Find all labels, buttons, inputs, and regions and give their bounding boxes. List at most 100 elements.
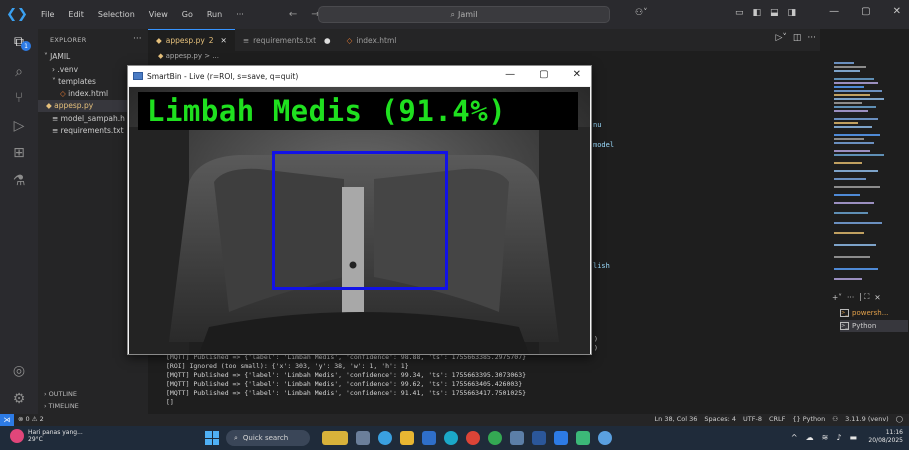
close-panel-icon[interactable]: ✕ <box>874 293 880 302</box>
new-terminal-icon[interactable]: +˅ <box>832 293 842 302</box>
split-editor-icon[interactable]: ◫ <box>793 33 802 43</box>
toggle-secondary-icon[interactable]: ◨ <box>788 8 797 18</box>
explorer-badge: 1 <box>21 41 31 51</box>
store-app-icon[interactable] <box>422 431 436 445</box>
tree-item-model[interactable]: ≡ model_sampah.h <box>52 113 125 125</box>
notifications-icon[interactable]: ◯ <box>896 415 903 423</box>
extensions-icon[interactable]: ⊞ <box>9 143 29 163</box>
toggle-sidebar-icon[interactable]: ◧ <box>753 8 762 18</box>
tree-item-templates[interactable]: ˅ templates <box>52 76 96 88</box>
problems-indicator[interactable]: ⊗ 0 ⚠ 2 <box>18 415 44 423</box>
terminal-line: [MQTT] Published => {'label': 'Limbah Me… <box>166 371 527 379</box>
python-app-icon[interactable] <box>598 431 612 445</box>
minimize-icon[interactable]: — <box>829 6 839 17</box>
maximize-icon[interactable]: ▢ <box>539 69 548 80</box>
terminal-app-icon[interactable] <box>510 431 524 445</box>
browser-app-icon[interactable] <box>444 431 458 445</box>
taskbar-search[interactable]: ⌕ Quick search <box>226 430 310 446</box>
smartbin-titlebar[interactable]: SmartBin - Live (r=ROI, s=save, q=quit) … <box>128 66 591 86</box>
menu-selection[interactable]: Selection <box>91 10 142 19</box>
search-view-icon[interactable]: ⌕ <box>9 62 29 82</box>
minimap-line <box>834 222 882 224</box>
minimap-line <box>834 82 878 84</box>
layout-icon[interactable]: ▭ <box>735 8 744 18</box>
messaging-app-icon[interactable] <box>576 431 590 445</box>
tree-item-requirements[interactable]: ≡ requirements.txt <box>52 125 124 137</box>
chrome-app-icon[interactable] <box>466 431 480 445</box>
tree-root[interactable]: ˅ JAMIL <box>44 51 70 63</box>
terminal-session-powershell[interactable]: >_ powersh... <box>840 307 908 319</box>
minimap-line <box>834 162 862 164</box>
start-button-icon[interactable] <box>205 431 219 445</box>
tab-close-icon[interactable]: ✕ <box>221 36 227 45</box>
weather-widget[interactable]: Hari panas yang... 29°C <box>10 429 83 443</box>
breadcrumb[interactable]: ◆ appesp.py > ... <box>158 52 219 60</box>
volume-icon[interactable]: ♪ <box>836 433 841 442</box>
command-search[interactable]: ⌕ Jamil <box>318 6 610 23</box>
widget-app-icon[interactable] <box>322 431 348 445</box>
smartbin-title: SmartBin - Live (r=ROI, s=save, q=quit) <box>147 71 299 81</box>
nav-arrows: ← → <box>289 9 320 20</box>
copilot-icon[interactable]: ⚇˅ <box>635 8 648 18</box>
settings-gear-icon[interactable]: ⚙ <box>9 389 29 409</box>
taskbar-clock[interactable]: 11:16 20/08/2025 <box>868 429 903 445</box>
encoding[interactable]: UTF-8 <box>743 415 762 423</box>
menu-view[interactable]: View <box>142 10 175 19</box>
chrome-profile-app-icon[interactable] <box>488 431 502 445</box>
testing-icon[interactable]: ⚗ <box>9 171 29 191</box>
maximize-panel-icon[interactable]: | ⛶ <box>859 292 869 302</box>
wifi-icon[interactable]: ≋ <box>822 433 829 442</box>
menu-edit[interactable]: Edit <box>61 10 91 19</box>
back-arrow-icon[interactable]: ← <box>289 9 297 20</box>
remote-indicator-icon[interactable]: ⋊ <box>0 414 14 426</box>
source-control-icon[interactable]: ⑂ <box>9 88 29 108</box>
minimize-icon[interactable]: — <box>505 69 515 80</box>
word-app-icon[interactable] <box>532 431 546 445</box>
language-mode[interactable]: {} Python <box>792 415 825 423</box>
minimap-line <box>834 134 880 136</box>
close-icon[interactable]: ✕ <box>573 69 581 80</box>
tab-requirements[interactable]: ≡ requirements.txt ● <box>235 29 339 51</box>
run-debug-icon[interactable]: ▷ <box>9 116 29 136</box>
window-controls: — ▢ ✕ <box>829 6 901 17</box>
menu-run[interactable]: Run <box>200 10 229 19</box>
file-explorer-app-icon[interactable] <box>400 431 414 445</box>
python-interpreter[interactable]: 3.11.9 (venv) <box>845 415 889 423</box>
cursor-position[interactable]: Ln 38, Col 36 <box>655 415 698 423</box>
tree-item-venv[interactable]: › .venv <box>52 64 78 76</box>
roi-bounding-box[interactable] <box>272 151 448 290</box>
chevron-up-icon[interactable]: ^ <box>791 433 798 442</box>
menu-go[interactable]: Go <box>175 10 200 19</box>
run-file-icon[interactable]: ▷˅ <box>775 33 786 43</box>
terminal-line: [MQTT] Published => {'label': 'Limbah Me… <box>166 380 523 388</box>
timeline-section[interactable]: › TIMELINE <box>44 402 79 410</box>
outline-section[interactable]: › OUTLINE <box>44 390 77 398</box>
more-actions-icon[interactable]: ··· <box>807 33 816 43</box>
tree-item-index-html[interactable]: ◇ index.html <box>60 88 108 100</box>
toggle-panel-icon[interactable]: ⬓ <box>770 8 779 18</box>
more-actions-icon[interactable]: ··· <box>847 293 854 302</box>
maximize-icon[interactable]: ▢ <box>861 6 870 17</box>
taskview-app-icon[interactable] <box>356 431 370 445</box>
cloud-icon[interactable]: ☁ <box>806 433 814 442</box>
timeline-label: TIMELINE <box>48 402 79 410</box>
minimap-line <box>834 122 858 124</box>
copilot-icon[interactable]: ⚇ <box>832 415 838 423</box>
indentation[interactable]: Spaces: 4 <box>704 415 736 423</box>
tab-appesp[interactable]: ◆ appesp.py 2 ✕ <box>148 29 235 51</box>
tab-index-html[interactable]: ◇ index.html <box>339 29 405 51</box>
battery-icon[interactable]: ▬ <box>849 433 857 442</box>
camera-feed[interactable]: Limbah Medis (91.4%) <box>129 87 590 354</box>
line-ending[interactable]: CRLF <box>769 415 785 423</box>
account-icon[interactable]: ◎ <box>9 361 29 381</box>
smartbin-window[interactable]: SmartBin - Live (r=ROI, s=save, q=quit) … <box>127 65 592 355</box>
terminal-session-python[interactable]: >_ Python <box>840 320 908 332</box>
minimap-line <box>834 70 860 72</box>
edge-app-icon[interactable] <box>378 431 392 445</box>
vscode-app-icon[interactable] <box>554 431 568 445</box>
close-icon[interactable]: ✕ <box>893 6 901 17</box>
menu-more[interactable]: ··· <box>229 10 251 19</box>
minimap[interactable] <box>826 52 896 287</box>
menu-file[interactable]: File <box>34 10 61 19</box>
explorer-more-icon[interactable]: ··· <box>133 34 142 44</box>
